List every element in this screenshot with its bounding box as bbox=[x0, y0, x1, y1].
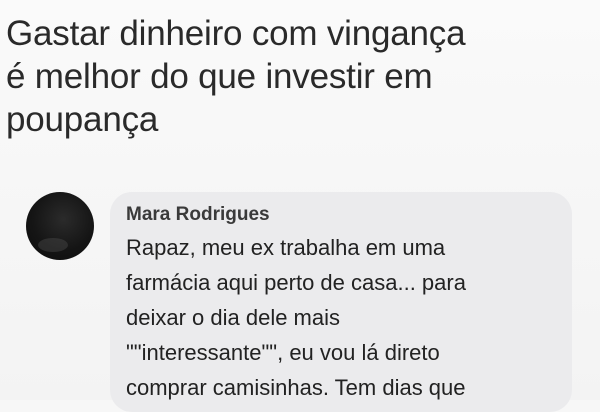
comment-text: Rapaz, meu ex trabalha em uma farmácia a… bbox=[126, 235, 466, 400]
avatar[interactable] bbox=[26, 192, 94, 260]
post-headline: Gastar dinheiro com vingança é melhor do… bbox=[6, 14, 466, 139]
comment-bubble: Mara Rodrigues Rapaz, meu ex trabalha em… bbox=[110, 192, 572, 412]
avatar-photo-detail bbox=[38, 238, 68, 252]
post-page: Gastar dinheiro com vingança é melhor do… bbox=[0, 0, 600, 412]
comment: Mara Rodrigues Rapaz, meu ex trabalha em… bbox=[22, 186, 582, 412]
comment-author[interactable]: Mara Rodrigues bbox=[126, 204, 270, 226]
